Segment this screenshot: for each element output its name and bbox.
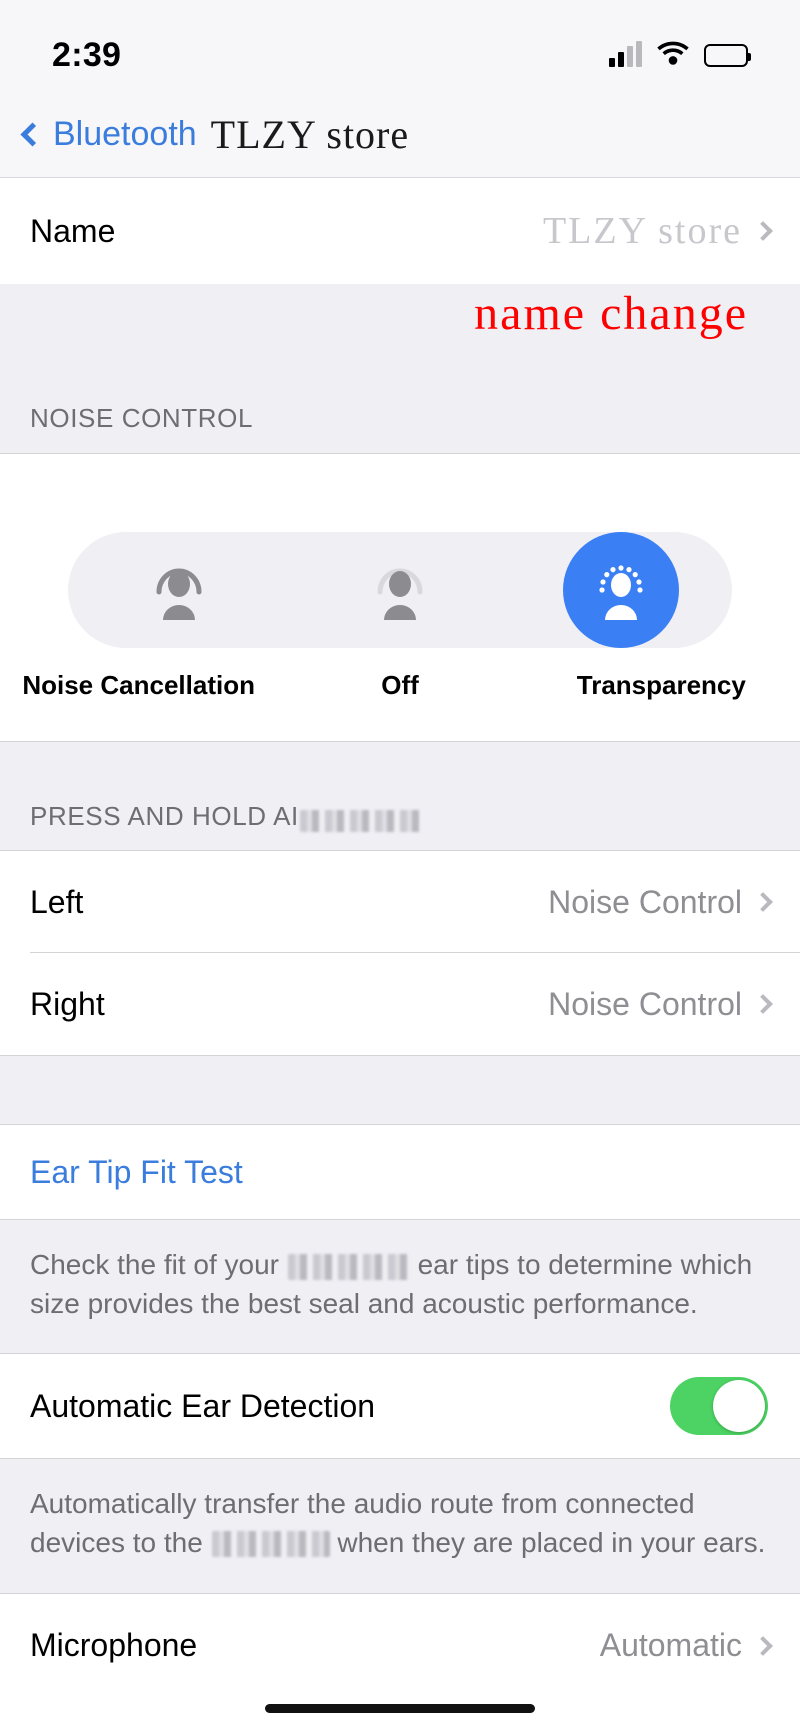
press-and-hold-header-label: PRESS AND HOLD AI <box>30 801 299 831</box>
redacted-product-name <box>287 1253 410 1280</box>
wifi-icon <box>656 40 690 71</box>
chevron-right-icon <box>753 994 773 1014</box>
automatic-ear-detection-toggle[interactable] <box>670 1377 768 1436</box>
ear-tip-note-before: Check the fit of your <box>30 1249 287 1280</box>
status-time: 2:39 <box>52 35 122 74</box>
left-row-label: Left <box>30 883 84 920</box>
transparency-bubble-selected <box>563 532 680 648</box>
noise-control-section-header: NOISE CONTROL <box>0 398 800 454</box>
annotation-band: name change <box>0 284 800 398</box>
name-row[interactable]: Name TLZY store <box>0 178 800 284</box>
name-row-label: Name <box>30 212 116 249</box>
home-indicator[interactable] <box>265 1703 535 1713</box>
section-spacer <box>0 1055 800 1125</box>
chevron-right-icon <box>753 1635 773 1656</box>
home-indicator-area <box>0 1684 800 1732</box>
microphone-value: Automatic <box>599 1627 742 1663</box>
automatic-ear-detection-row[interactable]: Automatic Ear Detection <box>0 1354 800 1459</box>
chevron-right-icon <box>753 221 773 241</box>
back-to-bluetooth-button[interactable]: Bluetooth <box>16 115 197 154</box>
noise-control-header-label: NOISE CONTROL <box>30 403 254 433</box>
status-bar: 2:39 <box>0 0 800 92</box>
noise-control-label-transparency: Transparency <box>576 670 746 700</box>
press-and-hold-right-row[interactable]: Right Noise Control <box>0 953 800 1055</box>
toggle-knob <box>713 1380 765 1433</box>
status-icon-group <box>609 40 751 71</box>
chevron-right-icon <box>753 892 773 912</box>
chevron-left-icon <box>20 122 45 147</box>
person-noise-cancellation-icon <box>156 568 202 620</box>
press-and-hold-section-header: PRESS AND HOLD AI <box>0 741 800 851</box>
ear-tip-fit-test-note: Check the fit of your ear tips to determ… <box>0 1219 800 1355</box>
noise-cancellation-bubble <box>121 532 237 648</box>
noise-off-bubble <box>342 532 458 648</box>
noise-control-option-noise-cancellation[interactable] <box>68 532 289 648</box>
noise-control-segmented-control[interactable] <box>68 532 732 648</box>
person-noise-off-icon <box>377 568 423 620</box>
left-row-value: Noise Control <box>548 883 742 920</box>
automatic-ear-detection-note: Automatically transfer the audio route f… <box>0 1458 800 1594</box>
battery-full-icon <box>704 43 751 67</box>
noise-control-option-transparency[interactable] <box>511 532 732 648</box>
microphone-row[interactable]: Microphone Automatic <box>0 1593 800 1698</box>
annotation-name-change: name change <box>474 287 748 340</box>
page-title: TLZY store <box>210 112 410 157</box>
ear-tip-fit-test-label: Ear Tip Fit Test <box>30 1153 243 1190</box>
navigation-bar: Bluetooth TLZY store <box>0 92 800 178</box>
iphone-screen: 2:39 Bluetooth TLZY store Name TLZY stor… <box>0 0 800 1732</box>
noise-control-label-noise-cancellation: Noise Cancellation <box>22 670 255 700</box>
cellular-bars-icon <box>609 41 642 67</box>
name-row-value: TLZY store <box>542 210 742 252</box>
ear-tip-fit-test-row[interactable]: Ear Tip Fit Test <box>0 1125 800 1219</box>
noise-control-label-off: Off <box>381 670 419 700</box>
right-row-value: Noise Control <box>548 985 742 1022</box>
noise-control-panel: Noise Cancellation Off Transparency <box>0 454 800 741</box>
redacted-product-name <box>211 1531 330 1558</box>
back-button-label: Bluetooth <box>53 115 197 153</box>
automatic-ear-detection-label: Automatic Ear Detection <box>30 1387 376 1424</box>
right-row-label: Right <box>30 985 105 1022</box>
press-and-hold-left-row[interactable]: Left Noise Control <box>0 851 800 953</box>
person-transparency-icon <box>599 565 643 620</box>
redacted-product-name <box>299 810 420 832</box>
aed-note-after: when they are placed in your ears. <box>329 1526 766 1558</box>
microphone-label: Microphone <box>30 1627 198 1663</box>
noise-control-option-off[interactable] <box>289 532 510 648</box>
noise-control-labels: Noise Cancellation Off Transparency <box>8 670 792 701</box>
